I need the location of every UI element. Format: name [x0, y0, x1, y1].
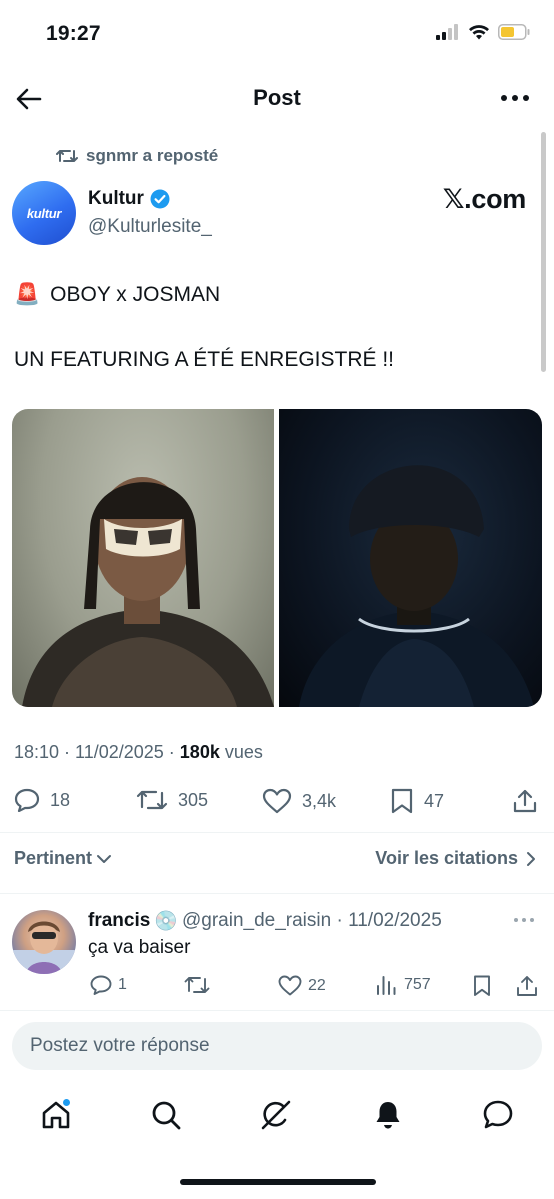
avatar-logo-text: kultur — [26, 205, 62, 221]
share-action[interactable] — [512, 788, 538, 814]
reply-more-button[interactable] — [512, 910, 536, 930]
views-count: 180k — [179, 742, 220, 762]
x-com-watermark: 𝕏.com — [442, 184, 527, 214]
reply-header: francis 💿 @grain_de_raisin · 11/02/2025 — [88, 909, 442, 933]
reply-icon — [90, 975, 112, 995]
divider — [0, 893, 554, 894]
heart-icon — [278, 975, 302, 996]
post-text-line-1: 🚨 OBOY x JOSMAN — [14, 283, 220, 307]
bell-icon — [372, 1099, 404, 1131]
post-headline: OBOY x JOSMAN — [50, 283, 221, 306]
reply-author-name[interactable]: francis — [88, 910, 150, 932]
notification-dot — [62, 1098, 71, 1107]
reply-avatar[interactable] — [12, 910, 76, 974]
author-handle[interactable]: @Kulturlesite_ — [88, 216, 212, 238]
reply-text: ça va baiser — [88, 937, 191, 958]
bookmark-count: 47 — [424, 790, 445, 811]
repost-count: 305 — [178, 789, 209, 810]
reply-action[interactable]: 18 — [14, 788, 70, 812]
reply-bookmark-action[interactable] — [472, 975, 492, 997]
chevron-right-icon — [526, 851, 536, 867]
share-icon — [516, 975, 538, 997]
tab-search[interactable] — [148, 1097, 184, 1133]
post-text-line-2: UN FEATURING A ÉTÉ ENREGISTRÉ !! — [14, 348, 394, 371]
divider — [0, 832, 554, 833]
repost-icon — [184, 975, 210, 995]
wifi-icon — [468, 24, 490, 40]
reply-like-count: 22 — [308, 976, 326, 994]
grok-icon — [259, 1098, 293, 1132]
home-indicator[interactable] — [180, 1179, 376, 1185]
divider — [0, 1010, 554, 1011]
more-horizontal-icon — [501, 95, 529, 101]
author-display-name: Kultur — [88, 188, 144, 209]
tab-notifications[interactable] — [370, 1097, 406, 1133]
author-avatar[interactable]: kultur — [12, 181, 76, 245]
post-timestamp-views: 18:10 · 11/02/2025 · 180k vues — [14, 742, 263, 763]
repost-icon — [136, 788, 168, 812]
bookmark-icon — [390, 788, 414, 814]
author-name[interactable]: Kultur — [88, 188, 170, 210]
cellular-signal-icon — [436, 24, 460, 40]
like-count: 3,4k — [302, 790, 337, 811]
status-time: 19:27 — [46, 22, 101, 45]
reply-views-count: 757 — [404, 976, 431, 993]
quotes-label: Voir les citations — [375, 848, 518, 868]
reply-reply-count: 1 — [118, 976, 127, 993]
battery-icon — [498, 24, 530, 40]
cd-emoji: 💿 — [154, 911, 178, 932]
chevron-down-icon — [96, 853, 112, 865]
reply-repost-action[interactable] — [184, 975, 216, 995]
post-time-date: 18:10 · 11/02/2025 · — [14, 742, 180, 762]
sort-label: Pertinent — [14, 848, 93, 868]
tab-messages[interactable] — [480, 1097, 516, 1133]
tab-grok[interactable] — [258, 1097, 294, 1133]
media-image-right[interactable] — [279, 409, 542, 707]
share-icon — [512, 788, 538, 814]
scrollbar[interactable] — [541, 132, 546, 372]
bookmark-icon — [472, 975, 492, 997]
reply-reply-action[interactable]: 1 — [90, 975, 127, 995]
sort-replies-dropdown[interactable]: Pertinent — [14, 848, 112, 869]
heart-icon — [262, 788, 292, 814]
like-action[interactable]: 3,4k — [262, 788, 336, 814]
more-options-button[interactable] — [500, 88, 530, 108]
message-bubble-icon — [482, 1099, 514, 1131]
repost-context[interactable]: sgnmr a reposté — [56, 146, 218, 166]
status-icons — [436, 24, 530, 40]
repost-action[interactable]: 305 — [136, 788, 208, 812]
reply-icon — [14, 788, 40, 812]
page-title: Post — [253, 85, 301, 110]
reply-composer-input[interactable]: Postez votre réponse — [12, 1022, 542, 1070]
reply-count: 18 — [50, 789, 71, 810]
bookmark-action[interactable]: 47 — [390, 788, 444, 814]
more-horizontal-icon — [514, 918, 534, 922]
tab-home[interactable] — [38, 1097, 74, 1133]
view-quotes-link[interactable]: Voir les citations — [375, 848, 536, 869]
reply-handle-date[interactable]: @grain_de_raisin · 11/02/2025 — [182, 910, 442, 932]
media-image-left[interactable] — [12, 409, 274, 707]
siren-emoji: 🚨 — [14, 283, 41, 306]
verified-badge-icon — [150, 189, 170, 209]
reply-share-action[interactable] — [516, 975, 538, 997]
post-media[interactable] — [12, 409, 542, 707]
repost-icon — [56, 148, 78, 164]
views-label: vues — [219, 742, 263, 762]
reply-views-action[interactable]: 757 — [376, 975, 431, 995]
analytics-bars-icon — [376, 975, 398, 995]
reply-like-action[interactable]: 22 — [278, 975, 326, 996]
repost-text: sgnmr a reposté — [86, 146, 219, 165]
search-icon — [150, 1099, 182, 1131]
